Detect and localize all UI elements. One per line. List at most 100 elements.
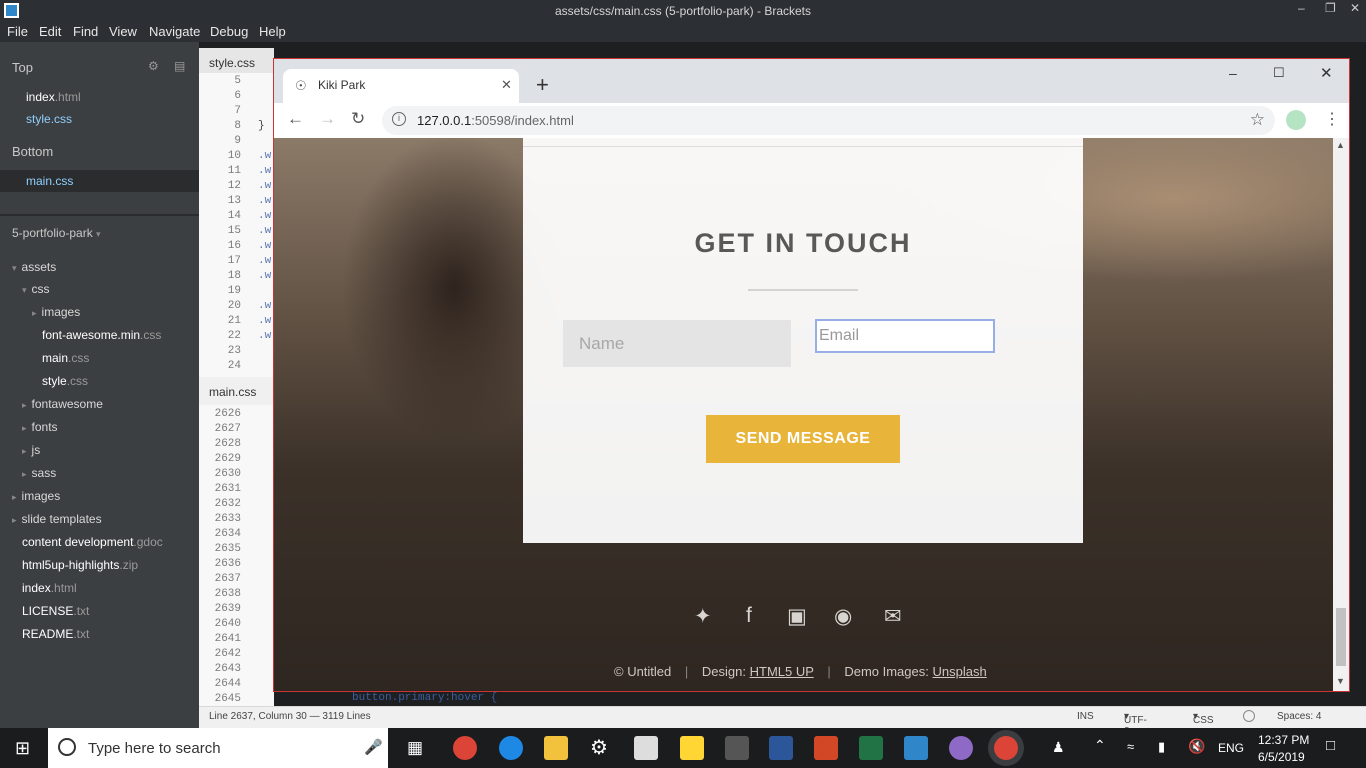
tree-file-font-awesome[interactable]: font-awesome.min.css xyxy=(42,328,161,342)
chrome-active-icon[interactable] xyxy=(994,736,1018,760)
menu-view[interactable]: View xyxy=(109,24,137,39)
word-icon[interactable] xyxy=(769,736,793,760)
clock-date[interactable]: 6/5/2019 xyxy=(1258,750,1305,764)
send-message-button[interactable]: SEND MESSAGE xyxy=(706,415,900,463)
task-view-icon[interactable]: ▦ xyxy=(407,738,423,758)
cat-app-icon[interactable] xyxy=(949,736,973,760)
page-scrollbar[interactable]: ▲ ▼ xyxy=(1333,138,1349,691)
indent-setting[interactable]: Spaces: 4 xyxy=(1277,711,1321,722)
scroll-up-icon[interactable]: ▲ xyxy=(1336,140,1345,150)
edge-icon[interactable] xyxy=(499,736,523,760)
menu-find[interactable]: Find xyxy=(73,24,98,39)
star-icon[interactable]: ☆ xyxy=(1250,110,1265,130)
file-explorer-icon[interactable] xyxy=(544,736,568,760)
scroll-thumb[interactable] xyxy=(1336,608,1346,666)
forward-icon[interactable]: → xyxy=(319,109,336,129)
input-language[interactable]: ENG xyxy=(1218,741,1244,755)
clock-time[interactable]: 12:37 PM xyxy=(1258,733,1309,747)
line-number: 11 xyxy=(227,165,241,177)
language-select[interactable]: CSS ▾ xyxy=(1193,711,1214,726)
tree-file-content-development[interactable]: content development.gdoc xyxy=(22,535,163,549)
tree-folder-sass[interactable]: ▸ sass xyxy=(22,466,56,480)
tree-folder-images[interactable]: ▸ images xyxy=(32,305,80,319)
url-text[interactable]: 127.0.0.1:50598/index.html xyxy=(417,113,574,128)
tree-folder-fontawesome[interactable]: ▸ fontawesome xyxy=(22,397,103,411)
settings-icon[interactable]: ⚙ xyxy=(590,735,608,760)
wifi-icon[interactable]: ≈ xyxy=(1127,739,1134,754)
volume-muted-icon[interactable]: 🔇 xyxy=(1188,738,1205,755)
reload-icon[interactable]: ↻ xyxy=(351,109,365,129)
browser-close-icon[interactable]: ✕ xyxy=(1320,64,1333,82)
excel-icon[interactable] xyxy=(859,736,883,760)
close-tab-icon[interactable]: ✕ xyxy=(501,77,512,93)
restore-icon[interactable]: ❐ xyxy=(1325,1,1336,15)
tree-folder-images-root[interactable]: ▸ images xyxy=(12,489,60,503)
people-icon[interactable]: ♟ xyxy=(1052,739,1065,756)
new-tab-icon[interactable]: + xyxy=(536,72,549,98)
menu-file[interactable]: File xyxy=(7,24,28,39)
dribbble-icon[interactable]: ◉ xyxy=(834,604,852,629)
browser-maximize-icon[interactable]: ☐ xyxy=(1273,65,1285,81)
editor-tab-main-css[interactable]: main.css xyxy=(199,377,274,405)
envelope-icon[interactable]: ✉ xyxy=(884,604,902,629)
name-input[interactable]: Name xyxy=(563,320,791,367)
email-input[interactable]: Email xyxy=(815,319,995,353)
tree-file-index-html[interactable]: index.html xyxy=(22,581,77,595)
working-file-style[interactable]: style.css xyxy=(26,112,72,126)
code-line: .w xyxy=(258,255,272,267)
encoding-select[interactable]: UTF-8 ▾ xyxy=(1124,711,1147,737)
code-line: .w xyxy=(258,210,272,222)
brackets-taskbar-icon[interactable] xyxy=(904,736,928,760)
show-hidden-icons[interactable]: ⌃ xyxy=(1094,737,1106,754)
tree-file-main-css[interactable]: main.css xyxy=(42,351,89,365)
twitter-icon[interactable]: ✦ xyxy=(694,604,712,629)
project-dropdown[interactable]: 5-portfolio-park ▾ xyxy=(12,226,106,240)
taskbar-search[interactable]: Type here to search 🎤 xyxy=(48,728,388,768)
sticky-notes-icon[interactable] xyxy=(680,736,704,760)
footer-design-link[interactable]: HTML5 UP xyxy=(750,664,814,679)
split-view-icon[interactable]: ▤ xyxy=(174,59,185,73)
omnibox[interactable]: i 127.0.0.1:50598/index.html ☆ xyxy=(382,106,1275,135)
browser-tab[interactable]: ☉ Kiki Park ✕ xyxy=(283,69,519,103)
calculator-icon[interactable] xyxy=(634,736,658,760)
notification-icon[interactable]: □ xyxy=(1326,737,1335,754)
gear-icon[interactable]: ⚙ xyxy=(148,59,159,73)
tree-folder-fonts[interactable]: ▸ fonts xyxy=(22,420,58,434)
instagram-icon[interactable]: ▣ xyxy=(787,604,807,629)
minimize-icon[interactable]: – xyxy=(1298,1,1305,15)
scroll-down-icon[interactable]: ▼ xyxy=(1336,676,1345,686)
working-file-main[interactable]: main.css xyxy=(26,174,73,188)
insert-mode[interactable]: INS xyxy=(1077,711,1094,722)
menu-edit[interactable]: Edit xyxy=(39,24,61,39)
linter-status-icon[interactable] xyxy=(1243,710,1255,722)
facebook-icon[interactable]: f xyxy=(746,604,752,628)
tree-file-highlights-zip[interactable]: html5up-highlights.zip xyxy=(22,558,138,572)
battery-icon[interactable]: ▮ xyxy=(1158,739,1165,755)
windows-start-icon[interactable]: ⊞ xyxy=(15,738,30,759)
tree-folder-css[interactable]: ▾ css xyxy=(22,282,50,296)
chrome-icon[interactable] xyxy=(453,736,477,760)
close-icon[interactable]: ✕ xyxy=(1350,1,1360,15)
back-icon[interactable]: ← xyxy=(287,109,304,129)
profile-avatar[interactable] xyxy=(1286,110,1306,130)
tree-file-style-css[interactable]: style.css xyxy=(42,374,88,388)
menu-navigate[interactable]: Navigate xyxy=(149,24,200,39)
tree-file-readme[interactable]: README.txt xyxy=(22,627,89,641)
kebab-menu-icon[interactable]: ⋮ xyxy=(1324,109,1340,129)
tree-file-license[interactable]: LICENSE.txt xyxy=(22,604,89,618)
working-file-index[interactable]: index.html xyxy=(26,90,81,104)
divider xyxy=(0,214,199,216)
editor-tab-style-css[interactable]: style.css xyxy=(199,48,274,73)
tree-folder-slide-templates[interactable]: ▸ slide templates xyxy=(12,512,102,526)
tree-folder-js[interactable]: ▸ js xyxy=(22,443,40,457)
tree-folder-assets[interactable]: ▾ assets xyxy=(12,260,56,274)
video-editor-icon[interactable] xyxy=(725,736,749,760)
menu-debug[interactable]: Debug xyxy=(210,24,248,39)
browser-minimize-icon[interactable]: – xyxy=(1229,65,1237,81)
line-number: 2632 xyxy=(214,498,241,510)
powerpoint-icon[interactable] xyxy=(814,736,838,760)
info-icon[interactable]: i xyxy=(392,112,406,126)
microphone-icon[interactable]: 🎤 xyxy=(364,738,383,756)
menu-help[interactable]: Help xyxy=(259,24,286,39)
footer-images-link[interactable]: Unsplash xyxy=(933,664,987,679)
